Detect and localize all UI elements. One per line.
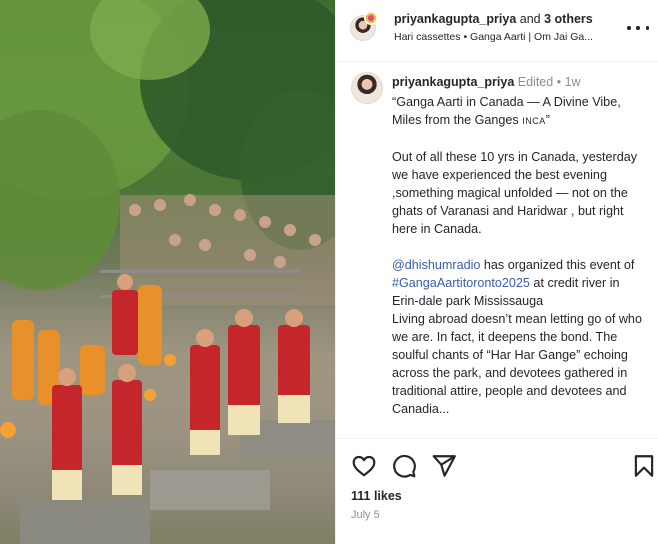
caption-paragraph-2: @dhishumradio has organized this event o… [392, 256, 642, 310]
bookmark-icon[interactable] [631, 453, 657, 479]
caption-paragraph-2a: has organized this event of [480, 258, 635, 272]
caption-paragraph-1: Out of all these 10 yrs in Canada, yeste… [392, 150, 638, 236]
post-date[interactable]: July 5 [351, 509, 380, 521]
mention-link[interactable]: @dhishumradio [392, 258, 480, 272]
post-details-panel: priyankagupta_priya and 3 others Hari ca… [335, 0, 658, 544]
caption-text: “Ganga Aarti in Canada — A Divine Vibe, … [392, 93, 642, 418]
author-username[interactable]: priyankagupta_priya [394, 12, 516, 26]
meta-separator: • [556, 75, 562, 89]
edited-label: Edited [517, 75, 554, 89]
photo-illustration [0, 0, 335, 544]
caption-title-text: “Ganga Aarti in Canada — A Divine Vibe, … [392, 95, 621, 127]
caption-author-avatar[interactable] [351, 72, 383, 104]
post-photo[interactable] [0, 0, 335, 544]
post-actions: 111 likes July 5 [336, 438, 658, 544]
collaborator-avatar[interactable] [364, 11, 378, 25]
and-text: and [519, 12, 541, 26]
hashtag-link[interactable]: #GangaAartitoronto2025 [392, 276, 530, 290]
collaborators-link[interactable]: 3 others [544, 12, 593, 26]
caption-area[interactable]: priyankagupta_priya Edited • 1w “Ganga A… [336, 62, 658, 438]
heart-icon[interactable] [351, 453, 377, 479]
caption-username[interactable]: priyankagupta_priya [392, 75, 514, 89]
caption-title: “Ganga Aarti in Canada — A Divine Vibe, … [392, 93, 642, 130]
caption-title-tag: INCA [522, 116, 546, 126]
likes-count[interactable]: 111 likes [351, 489, 402, 503]
post-authors: priyankagupta_priya and 3 others [394, 12, 593, 26]
caption-title-close: ” [545, 113, 550, 127]
more-icon[interactable] [627, 20, 649, 36]
post-header: priyankagupta_priya and 3 others Hari ca… [336, 0, 658, 62]
post-age[interactable]: 1w [565, 75, 581, 89]
comment-icon[interactable] [391, 453, 417, 479]
send-icon[interactable] [431, 453, 457, 479]
caption-paragraph-3: Living abroad doesn’t mean letting go of… [392, 312, 642, 416]
caption-meta: priyankagupta_priya Edited • 1w [392, 75, 581, 89]
audio-track-link[interactable]: Hari cassettes • Ganga Aarti | Om Jai Ga… [394, 31, 619, 43]
